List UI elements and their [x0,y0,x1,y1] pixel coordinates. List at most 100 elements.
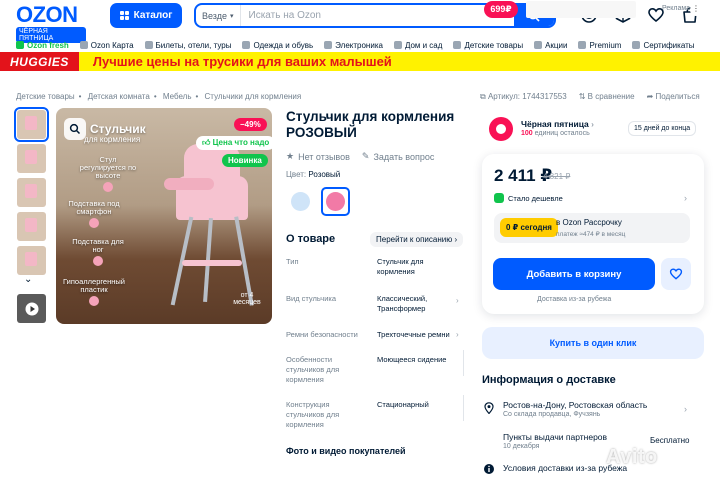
banner-ad-label: Реклама [662,5,691,12]
reviews-link[interactable]: ★ Нет отзывов [286,151,350,162]
price-down-icon [494,193,504,203]
gallery-thumbnail[interactable] [14,107,49,142]
compare-link[interactable]: ⇅ В сравнение [579,92,635,102]
nav-item-ozon-fresh[interactable]: Ozon fresh [16,38,69,52]
search-scope-select[interactable]: Везде ▾ [196,5,241,26]
spec-key: Вид стульчика [286,294,337,303]
customer-photos-title: Фото и видео покупателей [286,446,406,456]
spec-key: Конструкция стульчиков для кормления [286,400,340,429]
chat-icon: ✎ [361,151,370,161]
avito-watermark: Avito [606,446,658,468]
tv-icon [324,41,333,49]
color-swatch-pink[interactable] [321,187,350,216]
feature-label: Подставка для ног [66,238,130,266]
chair-tray [164,178,214,190]
swatch-color [326,192,345,211]
gallery-thumbnail[interactable] [17,212,46,241]
more-dots-icon[interactable]: ⋮ [690,4,702,16]
scroll-divider [463,350,464,376]
days-left-badge: 15 дней до конца [628,121,697,136]
info-icon [484,464,494,474]
promo-banner[interactable]: HUGGIES Лучшие цены на трусики для ваших… [0,52,720,71]
gift-icon [632,41,641,49]
thumb-up-icon: 👍︎ [202,138,213,147]
chevron-right-icon: › [454,235,458,244]
delivery-city[interactable]: Ростов-на-Дону, Ростовская область [503,400,647,410]
breadcrumb-item[interactable]: Стульчики для кормления [205,92,302,101]
compare-icon: ⇅ [578,92,588,101]
play-icon [25,302,38,315]
banner-brand: HUGGIES [0,52,79,71]
star-icon: ★ [286,151,295,161]
price-drop-note[interactable]: Стало дешевле [494,193,563,203]
color-swatch-blue[interactable] [286,187,315,216]
new-badge: Новинка [222,154,268,167]
banner-text: Лучшие цены на трусики для ваших малышей [92,54,392,69]
product-meta: ★ Нет отзывов ✎ Задать вопрос [286,151,434,162]
chevron-right-icon[interactable]: › [456,330,459,339]
product-main-image[interactable]: Стульчик для кормления Стул регулируется… [56,108,272,324]
chevron-right-icon[interactable]: › [684,193,687,203]
feature-dot [89,296,99,306]
go-to-description-button[interactable]: Перейти к описанию › [370,232,464,247]
breadcrumb-item[interactable]: Детские товары [16,92,75,101]
breadcrumb-item[interactable]: Мебель [163,92,192,101]
spec-value: Классический, Трансформер [377,294,428,313]
chevron-right-icon[interactable]: › [684,404,687,414]
chevron-right-icon[interactable]: › [456,296,459,305]
add-to-cart-button[interactable]: Добавить в корзину [493,258,655,290]
stock-left: 100 единиц осталось [521,130,590,137]
spec-value: Трехточечные ремни [377,330,450,339]
grid-icon [119,11,129,20]
sku[interactable]: ⧉ Артикул: 1744317553 [480,92,567,102]
scroll-divider [463,395,464,421]
share-link[interactable]: ➦ Поделиться [647,92,700,102]
nav-item-ozon-card[interactable]: Ozon Карта [79,38,134,52]
add-to-favorites-button[interactable] [661,258,691,290]
ask-question-link[interactable]: ✎ Задать вопрос [362,151,434,162]
old-price: 4 821 ₽ [543,172,571,181]
spec-value: Стационарный [377,400,429,409]
gallery-thumbnail[interactable] [17,144,46,173]
breadcrumb-item[interactable]: Детская комната [88,92,150,101]
color-label: Цвет: Розовый [286,170,341,179]
spec-value: Стульчик для кормления [377,257,424,276]
buy-one-click-button[interactable]: Купить в один клик [482,327,704,359]
black-friday-logo [489,117,513,141]
search-input[interactable] [240,10,514,21]
heart-icon [669,268,683,280]
nav-item-travel[interactable]: Билеты, отели, туры [144,38,231,52]
nav-item-certificates[interactable]: Сертификаты [632,38,695,52]
seller-name: Чёрная пятница › [521,119,594,129]
chair-footrest [182,260,242,266]
video-thumbnail[interactable] [17,294,46,323]
gallery-thumbnail[interactable] [17,246,46,275]
pickup-date: 10 декабря [503,443,540,450]
chevron-down-icon[interactable]: ⌄ [24,274,32,285]
image-search-icon[interactable] [64,118,86,140]
gallery-thumbnail[interactable] [17,178,46,207]
chevron-right-icon[interactable]: › [684,435,687,445]
pickup-points[interactable]: Пункты выдачи партнеров [503,432,607,442]
nav-item-home[interactable]: Дом и сад [393,38,442,52]
nav-item-sales[interactable]: Акции [534,38,567,52]
swatch-color [291,192,310,211]
location-pin-icon [484,402,494,414]
age-badge: от 4 месяцев [233,292,261,306]
nav-item-clothes[interactable]: Одежда и обувь [242,38,313,52]
feature-dot [89,218,99,228]
nav-item-kids[interactable]: Детские товары [453,38,523,52]
toy-icon [453,41,462,49]
home-icon [393,41,402,49]
catalog-label: Каталог [133,10,173,21]
logo-text: OZON [16,2,78,27]
nav-item-electronics[interactable]: Электроника [324,38,383,52]
nav-item-premium[interactable]: Premium [578,38,621,52]
delivery-info-title: Информация о доставке [482,374,616,386]
spec-key: Особенности стульчиков для кормления [286,355,340,384]
catalog-button[interactable]: Каталог [110,3,182,28]
banner-price-badge: 699₽ [484,1,518,18]
seller-info: Чёрная пятница › 100 единиц осталось [521,119,594,139]
plane-icon [144,41,153,49]
breadcrumb: Детские товары • Детская комната • Мебель •… [16,92,302,101]
